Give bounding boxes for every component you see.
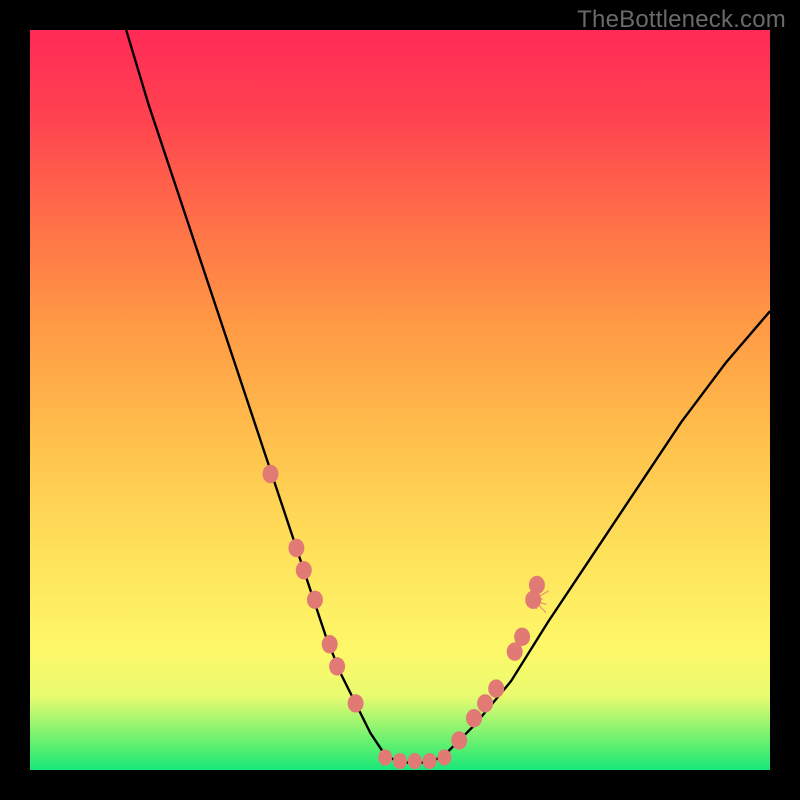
data-points-right [451,576,545,750]
data-point [322,635,338,653]
data-points-left [263,465,364,713]
data-point [423,753,437,769]
data-point [288,539,304,557]
data-point [437,749,451,765]
data-point [378,749,392,765]
bottleneck-curve [126,30,770,763]
plot-area [30,30,770,770]
chart-svg [30,30,770,770]
data-point [329,657,345,675]
chart-frame: TheBottleneck.com [0,0,800,800]
data-point [408,753,422,769]
data-point [466,709,482,727]
data-point [451,731,467,749]
data-point [514,628,530,646]
data-point [477,694,493,712]
data-point [488,679,504,697]
data-point [307,591,323,609]
data-points-bottom [378,749,451,769]
data-point [296,561,312,579]
data-point [529,576,545,594]
data-point [263,465,279,483]
data-point [348,694,364,712]
data-point [393,753,407,769]
